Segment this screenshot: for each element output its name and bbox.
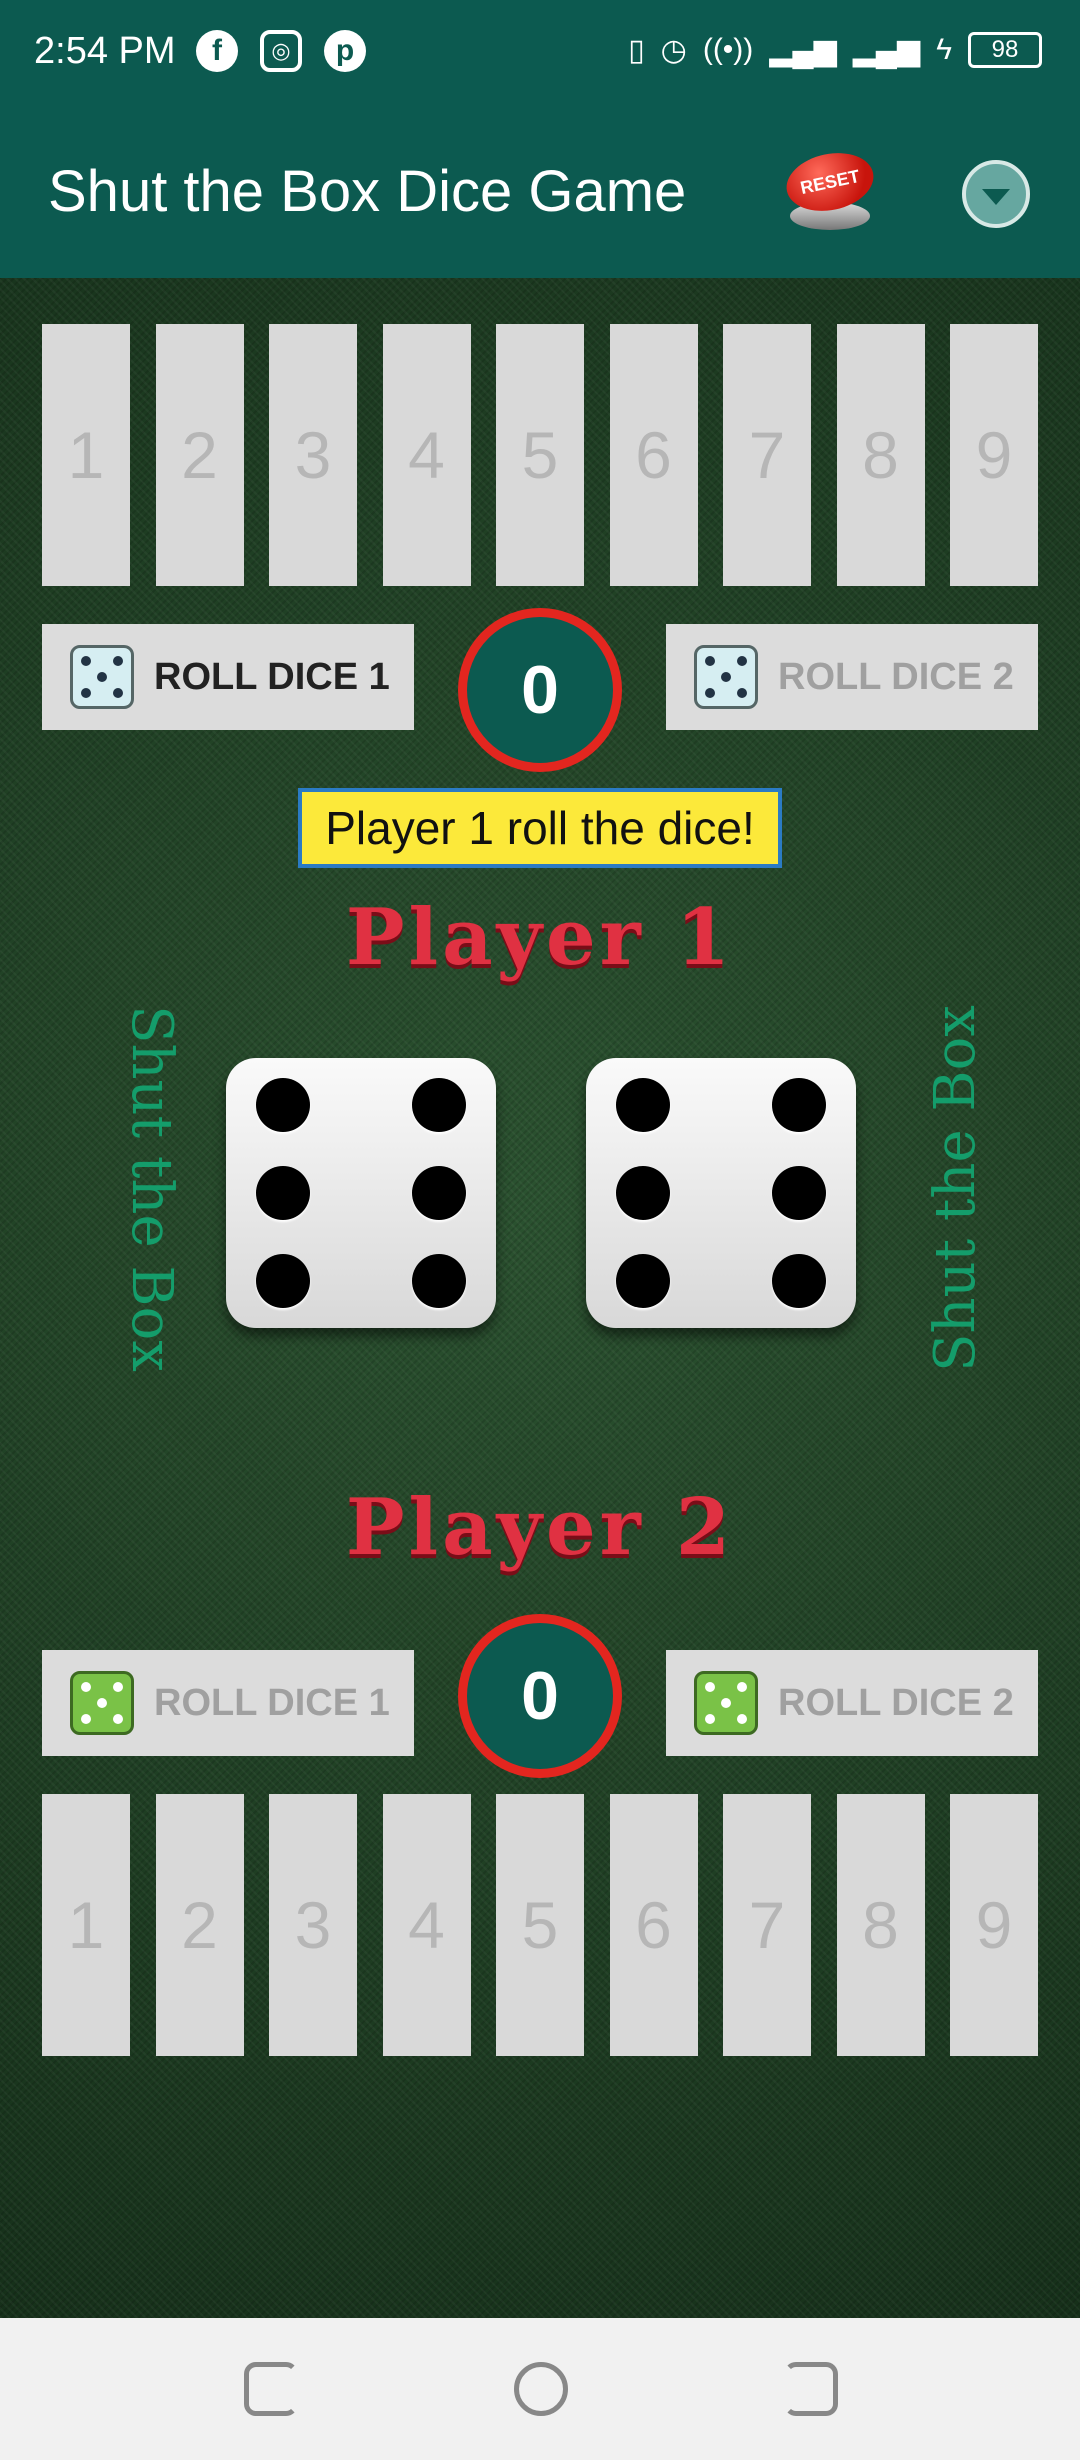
player1-tile-5[interactable]: 5 [496, 324, 584, 586]
player2-tile-5[interactable]: 5 [496, 1794, 584, 2056]
die-1 [226, 1058, 496, 1328]
player1-score: 0 [458, 608, 622, 772]
facebook-icon: f [196, 30, 238, 72]
hotspot-icon: ((•)) [702, 33, 754, 66]
player1-tiles: 1 2 3 4 5 6 7 8 9 [42, 324, 1038, 586]
roll-dice-2-label: ROLL DICE 2 [778, 1681, 1014, 1724]
system-nav-bar [0, 2318, 1080, 2460]
charging-icon: ϟ [936, 33, 952, 66]
dice-icon [694, 645, 758, 709]
battery-icon: 98 [968, 32, 1042, 68]
player2-tile-9[interactable]: 9 [950, 1794, 1038, 2056]
player1-tile-8[interactable]: 8 [836, 324, 925, 586]
app-bar: Shut the Box Dice Game RESET [0, 108, 1080, 278]
player1-tile-7[interactable]: 7 [723, 324, 811, 586]
player2-tile-8[interactable]: 8 [836, 1794, 925, 2056]
side-text-right: Shut the Box [922, 1005, 988, 1372]
dice-icon [70, 1671, 134, 1735]
instagram-icon: ◎ [260, 30, 302, 72]
chevron-down-icon [982, 189, 1010, 205]
player2-tile-2[interactable]: 2 [155, 1794, 244, 2056]
player2-tile-1[interactable]: 1 [42, 1794, 130, 2056]
signal-icon: ▂▄▆ [769, 33, 837, 67]
player1-label: Player 1 [345, 892, 735, 983]
roll-dice-1-label: ROLL DICE 1 [154, 655, 390, 698]
game-board: 1 2 3 4 5 6 7 8 9 ROLL DICE 1 0 ROLL DIC… [0, 278, 1080, 2318]
reset-button[interactable]: RESET [780, 145, 880, 232]
player1-tile-2[interactable]: 2 [155, 324, 244, 586]
player2-tile-3[interactable]: 3 [269, 1794, 357, 2056]
player1-tile-9[interactable]: 9 [950, 324, 1038, 586]
player1-tile-6[interactable]: 6 [609, 324, 698, 586]
side-text-left: Shut the Box [118, 1005, 184, 1372]
roll-dice-2-label: ROLL DICE 2 [778, 655, 1014, 698]
alarm-icon: ◷ [660, 33, 687, 67]
dropdown-menu-button[interactable] [962, 160, 1030, 228]
player1-tile-1[interactable]: 1 [42, 324, 130, 586]
player2-score: 0 [458, 1614, 622, 1778]
status-bar: 2:54 PM f ◎ p ▯ ◷ ((•)) ▂▄▆ ▂▄▆ ϟ 98 [0, 0, 1080, 108]
player2-roll-dice-2-button[interactable]: ROLL DICE 2 [666, 1650, 1038, 1756]
home-icon[interactable] [514, 2362, 568, 2416]
system-icons: ▯ ◷ ((•)) ▂▄▆ ▂▄▆ ϟ 98 [628, 32, 1042, 68]
player2-roll-dice-1-button[interactable]: ROLL DICE 1 [42, 1650, 414, 1756]
player1-tile-4[interactable]: 4 [382, 324, 471, 586]
app-title: Shut the Box Dice Game [48, 159, 687, 224]
dice-icon [694, 1671, 758, 1735]
player2-tile-6[interactable]: 6 [609, 1794, 698, 2056]
roll-dice-1-label: ROLL DICE 1 [154, 1681, 390, 1724]
pinterest-icon: p [324, 30, 366, 72]
player2-tile-7[interactable]: 7 [723, 1794, 811, 2056]
player1-tile-3[interactable]: 3 [269, 324, 357, 586]
recent-apps-icon[interactable] [244, 2362, 298, 2416]
player2-label: Player 2 [345, 1482, 735, 1573]
back-icon[interactable] [784, 2362, 838, 2416]
notification-icons: f ◎ p [196, 30, 366, 72]
player1-roll-dice-2-button[interactable]: ROLL DICE 2 [666, 624, 1038, 730]
status-message: Player 1 roll the dice! [298, 788, 782, 868]
status-time: 2:54 PM [34, 30, 176, 72]
player2-tiles: 1 2 3 4 5 6 7 8 9 [42, 1794, 1038, 2056]
player2-tile-4[interactable]: 4 [382, 1794, 471, 2056]
vibrate-icon: ▯ [628, 33, 645, 67]
dice-icon [70, 645, 134, 709]
die-2 [586, 1058, 856, 1328]
signal-icon: ▂▄▆ [852, 33, 921, 67]
player1-roll-dice-1-button[interactable]: ROLL DICE 1 [42, 624, 414, 730]
